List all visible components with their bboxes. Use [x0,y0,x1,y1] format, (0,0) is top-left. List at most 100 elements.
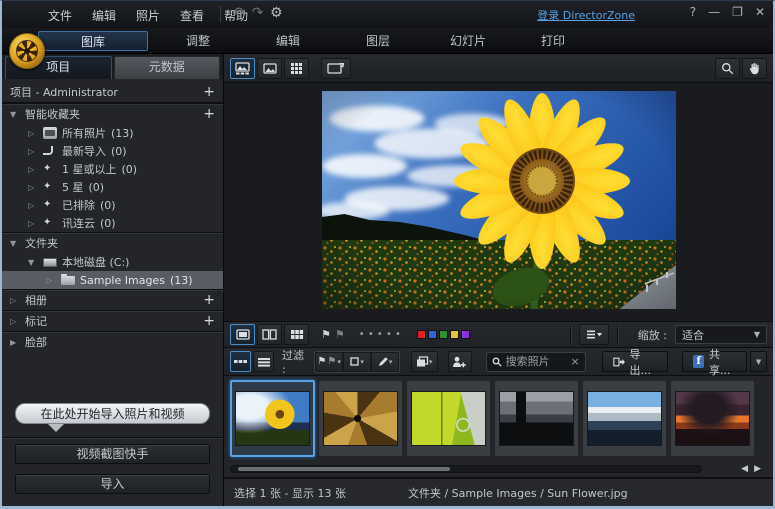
expand-arrow-icon[interactable]: ▶ [10,338,20,347]
maximize-button[interactable]: ❐ [732,5,743,19]
pan-hand-button[interactable] [742,58,767,79]
sidebar-tab-metadata[interactable]: 元数据 [114,56,221,79]
expand-arrow-icon[interactable]: ▼ [10,110,20,119]
expand-arrow-icon[interactable]: ▷ [28,219,38,228]
tree-item-latest-import[interactable]: ▷ 最新导入 (0) [2,142,223,160]
tag-faces-button[interactable] [448,351,471,372]
color-label-blue[interactable] [428,330,437,339]
expand-arrow-icon[interactable]: ▷ [28,183,38,192]
viewer-multi-mode-button[interactable] [284,324,309,345]
minimize-button[interactable]: — [708,5,720,19]
import-hint-callout[interactable]: 在此处开始导入照片和视频 [15,403,210,424]
tree-item-1-star-or-more[interactable]: ▷ ✦ 1 星或以上 (0) [2,160,223,178]
view-grid-button[interactable] [284,58,309,79]
share-dropdown-button[interactable]: ▼ [750,351,767,372]
close-button[interactable]: ✕ [755,5,765,19]
tab-layers[interactable]: 图层 [334,31,422,51]
filter-flags-button[interactable]: ⚑⚑▾ [316,353,342,371]
flag-reject-icon[interactable]: ⚑ [335,328,345,341]
login-label[interactable]: 登录 [537,9,559,22]
expand-arrow-icon[interactable]: ▷ [28,165,38,174]
tree-section-faces[interactable]: ▶ 脸部 [2,331,223,352]
import-button[interactable]: 导入 [15,474,210,494]
tree-item-rejected[interactable]: ▷ ✦ 已排除 (0) [2,196,223,214]
undo-icon[interactable]: ↶ [232,5,244,21]
menu-edit[interactable]: 编辑 [92,7,116,24]
tree-item-sample-images[interactable]: ▷ Sample Images (13) [2,271,223,289]
clear-search-icon[interactable]: × [570,355,579,368]
smart-collection-label: 智能收藏夹 [25,106,80,122]
filter-rating-pen-button[interactable]: ▾ [372,353,398,371]
expand-arrow-icon[interactable]: ▷ [10,296,20,305]
export-button[interactable]: 导出... [602,351,669,372]
scroll-left-arrow[interactable]: ◀ [741,464,748,474]
add-smart-collection-button[interactable]: + [203,106,215,122]
tree-section-smart-collection[interactable]: ▼ 智能收藏夹 + [2,103,223,124]
tab-slideshow[interactable]: 幻灯片 [424,31,512,51]
viewer-compare-mode-button[interactable] [257,324,282,345]
tab-edit[interactable]: 编辑 [244,31,332,51]
tree-item-cyberlink-cloud[interactable]: ▷ ✦ 讯连云 (0) [2,214,223,232]
photo-canvas[interactable] [224,83,773,321]
expand-arrow-icon[interactable]: ▷ [46,276,56,285]
menu-view[interactable]: 查看 [180,7,204,24]
help-button[interactable]: ? [690,5,696,19]
star-rating-dots[interactable]: • • • • • [359,329,401,340]
all-photos-icon [43,127,57,139]
search-input[interactable] [506,355,567,368]
expand-arrow-icon[interactable]: ▷ [28,129,38,138]
thumbnail-sunset-storm[interactable] [670,380,755,457]
color-label-yellow[interactable] [450,330,459,339]
scrollbar-thumb[interactable] [238,467,450,471]
color-label-green[interactable] [439,330,448,339]
video-to-photo-button[interactable]: 视频截图快手 [15,444,210,464]
tree-item-all-photos[interactable]: ▷ 所有照片 (13) [2,124,223,142]
scroll-right-arrow[interactable]: ▶ [754,464,761,474]
add-tag-button[interactable]: + [203,313,215,329]
expand-arrow-icon[interactable]: ▷ [28,201,38,210]
expand-arrow-icon[interactable]: ▷ [10,317,20,326]
color-label-red[interactable] [417,330,426,339]
tree-section-folders[interactable]: ▼ 文件夹 [2,232,223,253]
tree-item-local-disk[interactable]: ▼ 本地磁盘 (C:) [2,253,223,271]
filmstrip-layout-button[interactable] [230,351,251,372]
menu-photo[interactable]: 照片 [136,7,160,24]
tab-adjust[interactable]: 调整 [154,31,242,51]
stack-photos-button[interactable]: ▾ [411,351,438,372]
color-label-purple[interactable] [461,330,470,339]
menu-file[interactable]: 文件 [48,7,72,24]
view-photo-with-filmstrip-button[interactable] [230,58,255,79]
tree-section-tags[interactable]: ▷ 标记 + [2,310,223,331]
viewer-single-mode-button[interactable] [230,324,255,345]
expand-arrow-icon[interactable]: ▼ [28,258,38,267]
zoom-tool-button[interactable] [715,58,740,79]
sort-order-button[interactable] [579,324,609,345]
directorzone-link[interactable]: DirectorZone [563,9,635,22]
filter-color-label-button[interactable]: ▾ [344,353,370,371]
expand-arrow-icon[interactable]: ▷ [28,147,38,156]
tab-library[interactable]: 图库 [38,31,148,51]
list-layout-button[interactable] [253,351,274,372]
zoom-fit-dropdown[interactable]: 适合 ▼ [675,325,767,344]
thumbnail-dark-church[interactable] [494,380,579,457]
login-directorzone[interactable]: 登录 DirectorZone [537,7,635,23]
thumbnail-bicycle-meadow[interactable] [406,380,491,457]
add-project-button[interactable]: + [203,84,215,100]
scrollbar-track[interactable] [230,465,702,473]
view-single-photo-button[interactable] [257,58,282,79]
thumbnail-spiral-staircase[interactable] [318,380,403,457]
hide-panel-button[interactable] [321,58,351,79]
thumbnail-mountain-lake[interactable] [582,380,667,457]
rating-wand-icon: ✦ [43,199,57,211]
tab-print[interactable]: 打印 [514,31,592,51]
redo-icon[interactable]: ↷ [252,5,264,21]
add-album-button[interactable]: + [203,292,215,308]
tree-item-5-star[interactable]: ▷ ✦ 5 星 (0) [2,178,223,196]
settings-gear-icon[interactable]: ⚙ [270,5,283,21]
share-button[interactable]: f 共享... [682,351,747,372]
flag-pick-icon[interactable]: ⚑ [321,328,331,341]
thumbnail-sunflower[interactable] [230,380,315,457]
expand-arrow-icon[interactable]: ▼ [10,239,20,248]
tree-section-albums[interactable]: ▷ 相册 + [2,289,223,310]
tree-header-project: 项目 - Administrator + [2,81,223,102]
